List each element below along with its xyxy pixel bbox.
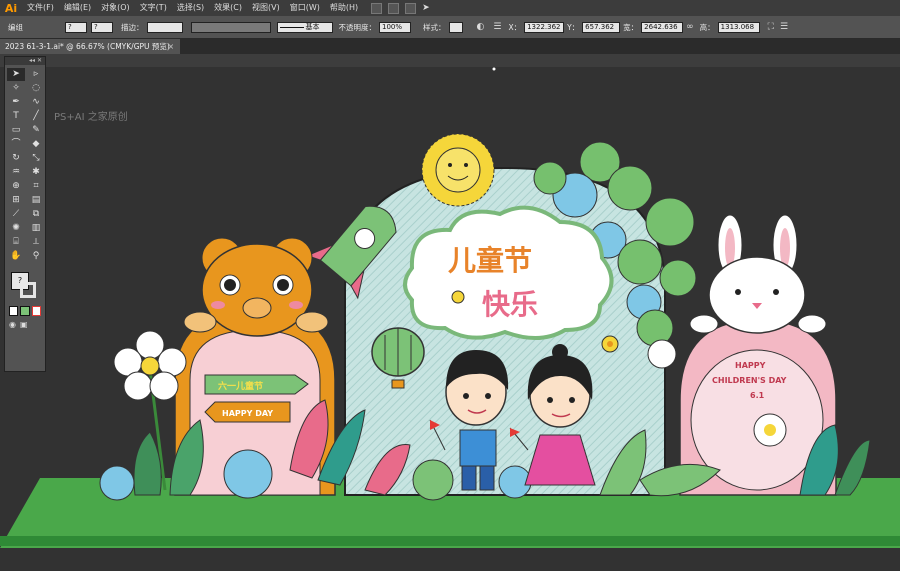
stroke-label: 描边：: [121, 22, 144, 32]
puppet-warp-tool-icon[interactable]: ✱: [27, 166, 45, 179]
hand-tool-icon[interactable]: ✋: [7, 250, 25, 263]
direct-selection-tool-icon[interactable]: ▹: [27, 68, 45, 81]
x-input[interactable]: 1322.362: [524, 21, 565, 33]
tools-panel-header[interactable]: ◂◂ ✕: [5, 57, 45, 65]
column-graph-tool-icon[interactable]: ▥: [27, 222, 45, 235]
gradient-tool-icon[interactable]: ▤: [27, 194, 45, 207]
y-input[interactable]: 657.362: [582, 21, 621, 33]
menu-window[interactable]: 窗口(W): [285, 0, 325, 16]
opacity-input[interactable]: 100%: [379, 21, 411, 33]
tools-panel: ◂◂ ✕ ➤ ▹ ✧ ◌ ✒ ∿ T ╱ ▭ ✎ ⌒ ◆ ↻ ⤡ ♒ ✱ ⊕ ⌗…: [4, 56, 46, 372]
brush-definition-select[interactable]: 基本: [276, 21, 333, 33]
stroke-line-icon: [279, 26, 304, 28]
close-icon[interactable]: ×: [168, 39, 174, 54]
rabbit-text-1: HAPPY: [735, 361, 766, 370]
bridge-icon[interactable]: [371, 2, 383, 14]
sun: [421, 133, 495, 207]
artwork[interactable]: 儿童节 快乐 六一儿童节 HAPPY DAY HAPPY CHILDREN'S …: [0, 54, 900, 571]
app-logo: Ai: [4, 1, 18, 15]
panel-menu-icon[interactable]: ☰: [780, 22, 788, 32]
opacity-label: 不透明度：: [338, 22, 377, 32]
document-tab-title: 2023 61-3-1.ai* @ 66.67% (CMYK/GPU 预览): [5, 42, 170, 51]
document-tab-bar: 2023 61-3-1.ai* @ 66.67% (CMYK/GPU 预览) ×: [0, 39, 900, 54]
graphic-style-swatch[interactable]: [448, 21, 463, 33]
menu-view[interactable]: 视图(V): [247, 0, 285, 16]
rabbit-text-3: 6.1: [750, 391, 765, 400]
artboard-tool-icon[interactable]: ⌸: [7, 236, 25, 249]
stroke-swatch-icon[interactable]: [20, 282, 36, 298]
line-tool-icon[interactable]: ╱: [27, 110, 45, 123]
paintbrush-tool-icon[interactable]: ✎: [27, 124, 45, 137]
menu-bar: Ai 文件(F) 编辑(E) 对象(O) 文字(T) 选择(S) 效果(C) 视…: [0, 0, 900, 16]
scale-tool-icon[interactable]: ⤡: [27, 152, 45, 165]
menu-file[interactable]: 文件(F): [22, 0, 59, 16]
blend-tool-icon[interactable]: ⧉: [27, 208, 45, 221]
symbol-sprayer-tool-icon[interactable]: ✺: [7, 222, 25, 235]
height-input[interactable]: 1313.068: [717, 21, 760, 33]
menu-object[interactable]: 对象(O): [96, 0, 135, 16]
style-label: 样式：: [423, 22, 446, 32]
variable-width-select[interactable]: [190, 21, 271, 33]
zoom-tool-icon[interactable]: ⚲: [27, 250, 45, 263]
control-bar: 编组 ? ? 描边： 基本 不透明度： 100% 样式： ◐ ☰ X： 1322…: [0, 16, 900, 39]
slice-tool-icon[interactable]: ⟂: [27, 236, 45, 249]
warp-tool-icon[interactable]: ♒: [7, 166, 25, 179]
transform-icon[interactable]: ⛶: [768, 22, 774, 32]
ground-edge: [0, 536, 900, 546]
x-label: X：: [508, 22, 522, 32]
lasso-tool-icon[interactable]: ◌: [27, 82, 45, 95]
eraser-tool-icon[interactable]: ◆: [27, 138, 45, 151]
height-label: 高：: [699, 22, 715, 32]
screen-mode-icon[interactable]: ▣: [20, 320, 28, 329]
none-mode-icon[interactable]: [31, 306, 41, 316]
selection-tool-icon[interactable]: ➤: [7, 68, 25, 81]
link-icon[interactable]: ∞: [686, 22, 694, 32]
sign-left-bottom-text: HAPPY DAY: [222, 409, 273, 418]
menu-effect[interactable]: 效果(C): [209, 0, 247, 16]
sign-left-top-text: 六一儿童节: [218, 380, 263, 392]
selection-mode-label: 编组: [8, 22, 23, 32]
align-icon[interactable]: ☰: [493, 22, 501, 32]
document-tab[interactable]: 2023 61-3-1.ai* @ 66.67% (CMYK/GPU 预览) ×: [0, 39, 180, 54]
menu-edit[interactable]: 编辑(E): [59, 0, 96, 16]
menu-help[interactable]: 帮助(H): [325, 0, 363, 16]
draw-normal-icon[interactable]: ◉: [9, 320, 16, 329]
rotate-tool-icon[interactable]: ↻: [7, 152, 25, 165]
selection-center-point: [492, 67, 496, 71]
width-label: 宽：: [623, 22, 639, 32]
stroke-swatch[interactable]: ?: [91, 21, 113, 33]
stroke-weight-input[interactable]: [146, 21, 183, 33]
curvature-tool-icon[interactable]: ∿: [27, 96, 45, 109]
gradient-mode-icon[interactable]: [20, 306, 30, 316]
type-tool-icon[interactable]: T: [7, 110, 25, 123]
rabbit-text-2: CHILDREN'S DAY: [712, 376, 787, 385]
mesh-tool-icon[interactable]: ⊞: [7, 194, 25, 207]
title-line-2: 快乐: [482, 288, 538, 321]
menu-select[interactable]: 选择(S): [172, 0, 209, 16]
rectangle-tool-icon[interactable]: ▭: [7, 124, 25, 137]
eyedropper-tool-icon[interactable]: ⟋: [7, 208, 25, 221]
magic-wand-tool-icon[interactable]: ✧: [7, 82, 25, 95]
workspace-icon[interactable]: [405, 2, 417, 14]
y-label: Y：: [567, 22, 580, 32]
title-line-1: 儿童节: [448, 244, 532, 277]
perspective-grid-tool-icon[interactable]: ⌗: [27, 180, 45, 193]
fill-stroke-widget[interactable]: ?: [9, 270, 41, 302]
shape-builder-tool-icon[interactable]: ⊕: [7, 180, 25, 193]
canvas[interactable]: 儿童节 快乐 六一儿童节 HAPPY DAY HAPPY CHILDREN'S …: [0, 54, 900, 571]
width-input[interactable]: 2642.636: [641, 21, 684, 33]
stock-icon[interactable]: [388, 2, 400, 14]
stroke-style-value: 基本: [305, 22, 320, 31]
color-mode-icon[interactable]: [9, 306, 19, 316]
watermark: PS+AI 之家原创: [54, 112, 128, 123]
send-icon[interactable]: ➤: [422, 3, 430, 13]
shaper-tool-icon[interactable]: ⌒: [7, 138, 25, 151]
recolor-icon[interactable]: ◐: [477, 22, 485, 32]
pen-tool-icon[interactable]: ✒: [7, 96, 25, 109]
fill-swatch[interactable]: ?: [65, 21, 87, 33]
menu-type[interactable]: 文字(T): [135, 0, 172, 16]
